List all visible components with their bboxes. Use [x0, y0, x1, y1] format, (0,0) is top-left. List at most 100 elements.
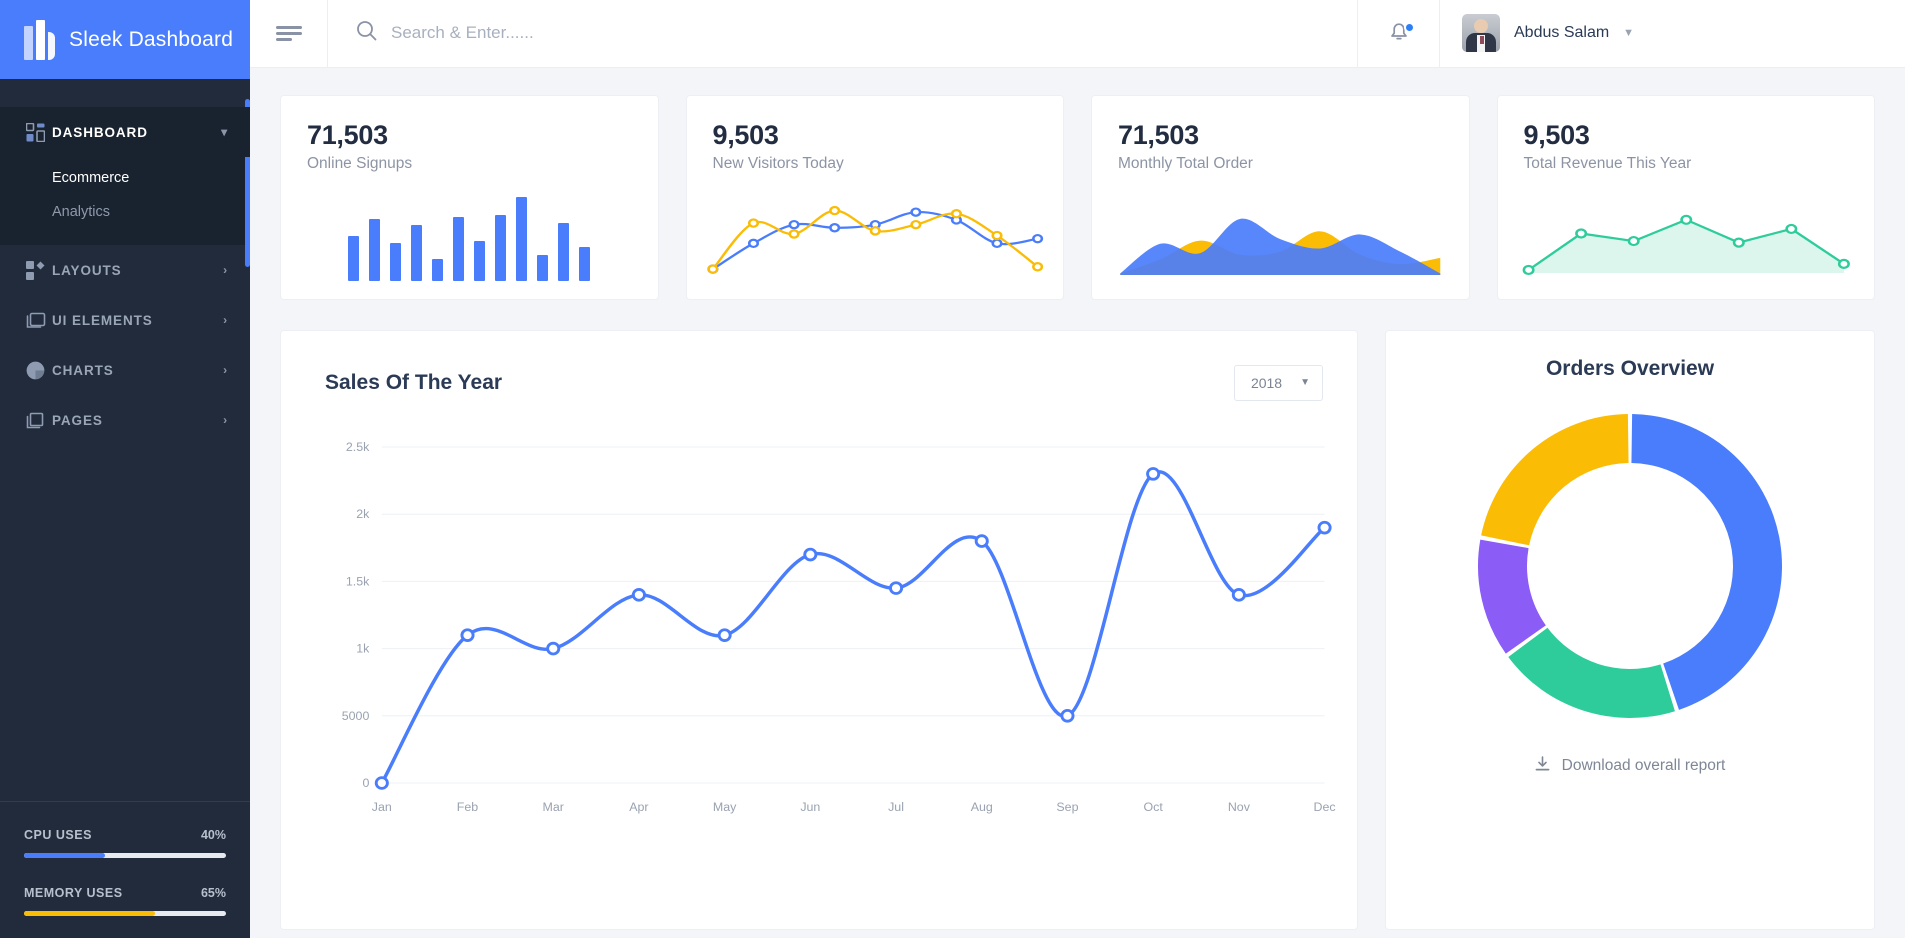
cpu-usage-row: CPU USES 40%: [24, 828, 226, 858]
sales-line-chart: 050001k1.5k2k2.5kJanFebMarAprMayJunJulAu…: [301, 429, 1337, 829]
user-menu[interactable]: Abdus Salam ▼: [1440, 0, 1660, 67]
chevron-down-icon: ▾: [221, 125, 228, 139]
new-visitors-spark-chart: [687, 181, 1064, 281]
hamburger-icon[interactable]: [250, 0, 328, 67]
sidebar-item-pages[interactable]: PAGES ›: [0, 395, 250, 445]
sales-of-the-year-card: Sales Of The Year 2018 ▼ 0 5000 1k 1.5k 2k 2.…: [280, 330, 1358, 930]
sidebar-item-label: DASHBOARD: [52, 125, 221, 140]
donut-segment[interactable]: [1481, 414, 1628, 545]
stat-value: 9,503: [1524, 120, 1849, 151]
spark-bar: [516, 197, 527, 281]
year-filter-value: 2018: [1251, 375, 1282, 391]
search-icon: [356, 20, 377, 46]
x-axis-tick-label: Jan: [372, 800, 392, 814]
sidebar-subitem-analytics[interactable]: Analytics: [0, 195, 250, 229]
download-report-link[interactable]: Download overall report: [1535, 756, 1726, 777]
chevron-down-icon: ▼: [1623, 27, 1634, 39]
orders-donut-chart: [1471, 407, 1789, 730]
memory-progress-fill: [24, 911, 155, 916]
panels-logo-icon: [24, 20, 55, 60]
chevron-right-icon: ›: [223, 313, 228, 327]
chevron-right-icon: ›: [223, 413, 228, 427]
content-scroll-area: 71,503 Online Signups 9,503 New Visitors…: [250, 68, 1905, 938]
topbar: Abdus Salam ▼: [250, 0, 1905, 68]
spark-bar: [411, 225, 422, 281]
page-title: Sales Of The Year: [325, 371, 502, 395]
donut-segment[interactable]: [1478, 539, 1546, 653]
stat-cards-row: 71,503 Online Signups 9,503 New Visitors…: [280, 95, 1875, 300]
sidebar-item-label: PAGES: [52, 413, 223, 428]
brand-header[interactable]: Sleek Dashboard: [0, 0, 250, 79]
stat-label: New Visitors Today: [713, 155, 1038, 173]
sidebar-item-layouts[interactable]: LAYOUTS ›: [0, 245, 250, 295]
donut-segment[interactable]: [1508, 627, 1675, 717]
memory-progress-track: [24, 911, 226, 916]
notification-badge: [1404, 22, 1415, 33]
donut-segment[interactable]: [1631, 414, 1782, 710]
year-filter-select[interactable]: 2018 ▼: [1234, 365, 1323, 401]
spark-bar: [537, 255, 548, 281]
stat-value: 71,503: [1118, 120, 1443, 151]
spark-bar: [453, 217, 464, 281]
stat-card-online-signups: 71,503 Online Signups: [280, 95, 659, 300]
sidebar-item-ui-elements[interactable]: UI ELEMENTS ›: [0, 295, 250, 345]
x-axis-tick-label: Aug: [971, 800, 993, 814]
x-axis-tick-label: Jun: [800, 800, 820, 814]
grid-icon: [26, 123, 52, 142]
sidebar-subitem-ecommerce[interactable]: Ecommerce: [0, 161, 250, 195]
spark-bar: [348, 236, 359, 281]
x-axis-tick-label: Jul: [888, 800, 904, 814]
user-name: Abdus Salam: [1514, 24, 1609, 42]
spark-bar: [474, 241, 485, 281]
avatar: [1462, 14, 1500, 52]
x-axis-tick-label: May: [713, 800, 737, 814]
brand-title: Sleek Dashboard: [69, 28, 233, 52]
chevron-down-icon: ▼: [1300, 377, 1310, 388]
spark-bar: [390, 243, 401, 281]
y-axis-tick-label: 2.5k: [346, 440, 370, 454]
sidebar-item-label: LAYOUTS: [52, 263, 223, 278]
lower-row: Sales Of The Year 2018 ▼ 0 5000 1k 1.5k 2k 2.…: [280, 330, 1875, 930]
orders-overview-card: Orders Overview Download overall report: [1385, 330, 1875, 930]
stat-label: Monthly Total Order: [1118, 155, 1443, 173]
cpu-progress-fill: [24, 853, 105, 858]
folders-icon: [26, 311, 52, 330]
x-axis-tick-label: Oct: [1143, 800, 1163, 814]
spark-bar: [432, 259, 443, 281]
x-axis-tick-label: Sep: [1056, 800, 1078, 814]
chevron-right-icon: ›: [223, 263, 228, 277]
spark-bar: [579, 247, 590, 281]
spark-bar: [558, 223, 569, 281]
memory-usage-value: 65%: [201, 886, 226, 900]
sidebar-submenu-dashboard: Ecommerce Analytics: [0, 157, 250, 245]
spark-bar: [495, 215, 506, 281]
sidebar: Sleek Dashboard DASHBOARD ▾ Ecom: [0, 0, 250, 938]
spark-bar: [369, 219, 380, 281]
stat-card-new-visitors: 9,503 New Visitors Today: [686, 95, 1065, 300]
y-axis-tick-label: 2k: [356, 507, 370, 521]
stat-label: Total Revenue This Year: [1524, 155, 1849, 173]
cpu-usage-label: CPU USES: [24, 828, 92, 842]
notifications-button[interactable]: [1358, 0, 1440, 67]
memory-usage-label: MEMORY USES: [24, 886, 123, 900]
stat-card-total-revenue: 9,503 Total Revenue This Year: [1497, 95, 1876, 300]
sidebar-nav: DASHBOARD ▾ Ecommerce Analytics: [0, 79, 250, 801]
sidebar-item-dashboard[interactable]: DASHBOARD ▾: [0, 107, 250, 157]
cpu-progress-track: [24, 853, 226, 858]
stat-value: 9,503: [713, 120, 1038, 151]
y-axis-tick-label: 1.5k: [346, 574, 370, 588]
search-input[interactable]: [391, 23, 1329, 43]
pie-chart-icon: [26, 361, 52, 380]
sidebar-item-charts[interactable]: CHARTS ›: [0, 345, 250, 395]
y-axis-tick-label: 5000: [342, 709, 370, 723]
sidebar-item-label: UI ELEMENTS: [52, 313, 223, 328]
stat-value: 71,503: [307, 120, 632, 151]
chevron-right-icon: ›: [223, 363, 228, 377]
y-axis-tick-label: 0: [362, 776, 369, 790]
search-bar[interactable]: [328, 0, 1358, 67]
sidebar-subitem-label: Analytics: [52, 204, 110, 220]
x-axis-tick-label: Apr: [629, 800, 648, 814]
y-axis-tick-label: 1k: [356, 642, 370, 656]
cpu-usage-value: 40%: [201, 828, 226, 842]
dashboard-app: Sleek Dashboard DASHBOARD ▾ Ecom: [0, 0, 1905, 938]
